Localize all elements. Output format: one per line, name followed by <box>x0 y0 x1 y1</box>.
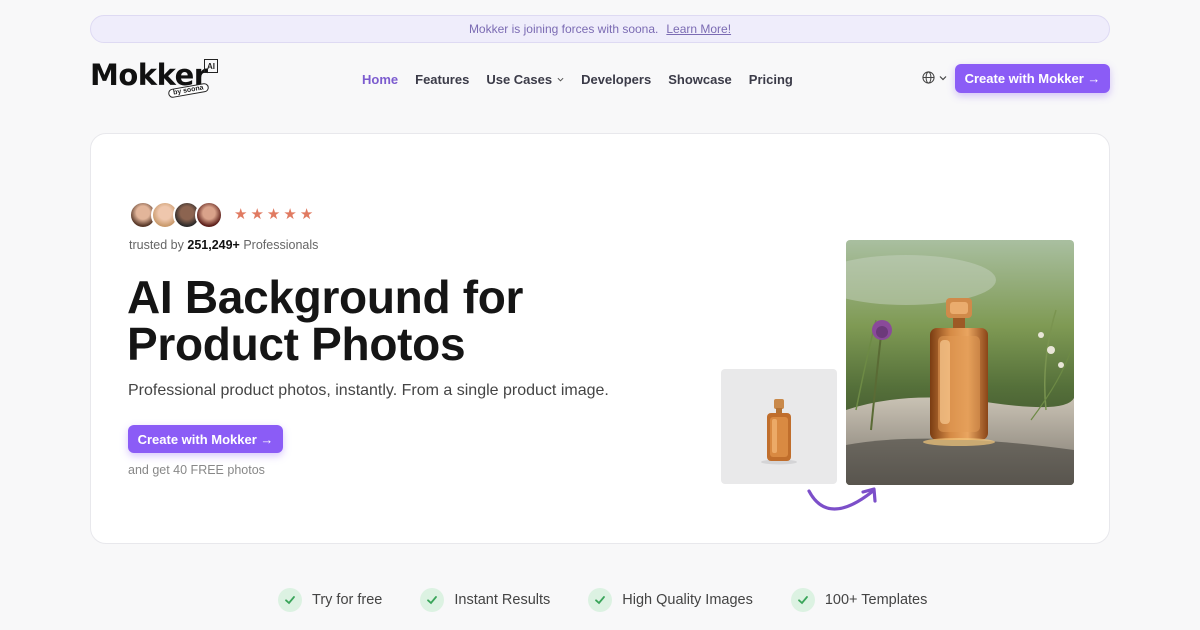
original-product-image <box>721 369 837 484</box>
rating-stars: ★ ★ ★ ★ ★ <box>234 207 313 222</box>
mokker-logo[interactable]: Mokker AI by soona <box>90 58 220 100</box>
star-icon: ★ <box>283 206 297 223</box>
check-icon <box>278 588 302 612</box>
feature-list: Try for free Instant Results High Qualit… <box>278 588 927 612</box>
check-icon <box>588 588 613 612</box>
nav-developers[interactable]: Developers <box>581 72 651 87</box>
transform-arrow-icon <box>807 487 877 511</box>
language-selector[interactable] <box>922 71 947 84</box>
globe-icon <box>922 71 935 84</box>
feature-item: Try for free <box>278 588 382 612</box>
main-nav: Home Features Use Cases Developers Showc… <box>362 70 793 88</box>
star-icon: ★ <box>266 206 281 223</box>
feature-item: Instant Results <box>420 588 550 612</box>
feature-label: Try for free <box>312 592 383 608</box>
avatar <box>195 201 223 229</box>
chevron-down-icon <box>557 77 564 82</box>
hero-create-button[interactable]: Create with Mokker → <box>128 425 283 453</box>
nav-use-cases-label: Use Cases <box>486 71 553 87</box>
announcement-text: Mokker is joining forces with soona. <box>468 22 659 36</box>
header-create-button[interactable]: Create with Mokker → <box>955 64 1110 93</box>
logo-ai-badge: AI <box>204 59 218 73</box>
learn-more-link[interactable]: Learn More! <box>666 22 731 36</box>
check-icon <box>790 588 815 612</box>
avatar-group <box>129 201 223 229</box>
hero-subheadline: Professional product photos, instantly. … <box>128 382 609 399</box>
perfume-bottle-image <box>761 399 797 465</box>
free-photos-note: and get 40 FREE photos <box>128 463 265 477</box>
hero-card: ★ ★ ★ ★ ★ trusted by 251,249+ Profession… <box>90 133 1110 544</box>
nav-showcase[interactable]: Showcase <box>668 72 732 87</box>
chevron-down-icon <box>939 75 947 80</box>
feature-label: Instant Results <box>454 592 551 608</box>
trusted-text: trusted by 251,249+ Professionals <box>129 238 318 252</box>
feature-label: 100+ Templates <box>824 592 928 608</box>
check-icon <box>420 588 445 612</box>
star-icon: ★ <box>234 206 248 223</box>
perfume-scene-image <box>846 240 1074 485</box>
nav-home[interactable]: Home <box>362 72 398 87</box>
headline-line-2: Product Photos <box>127 318 466 370</box>
trusted-count: 251,249+ <box>187 238 240 252</box>
nav-use-cases[interactable]: Use Cases <box>486 72 564 87</box>
headline-line-1: AI Background for <box>127 271 524 323</box>
feature-label: High Quality Images <box>622 592 753 608</box>
trusted-suffix: Professionals <box>243 238 319 252</box>
nav-pricing[interactable]: Pricing <box>749 72 793 87</box>
announcement-bar: Mokker is joining forces with soona. Lea… <box>90 15 1110 43</box>
feature-item: High Quality Images <box>588 588 753 612</box>
hero-headline: AI Background for Product Photos <box>127 274 687 368</box>
trusted-prefix: trusted by <box>129 238 184 252</box>
feature-item: 100+ Templates <box>790 588 928 612</box>
star-icon: ★ <box>250 206 264 223</box>
star-icon: ★ <box>299 206 314 223</box>
nav-features[interactable]: Features <box>415 72 469 87</box>
generated-product-photo <box>846 240 1074 485</box>
